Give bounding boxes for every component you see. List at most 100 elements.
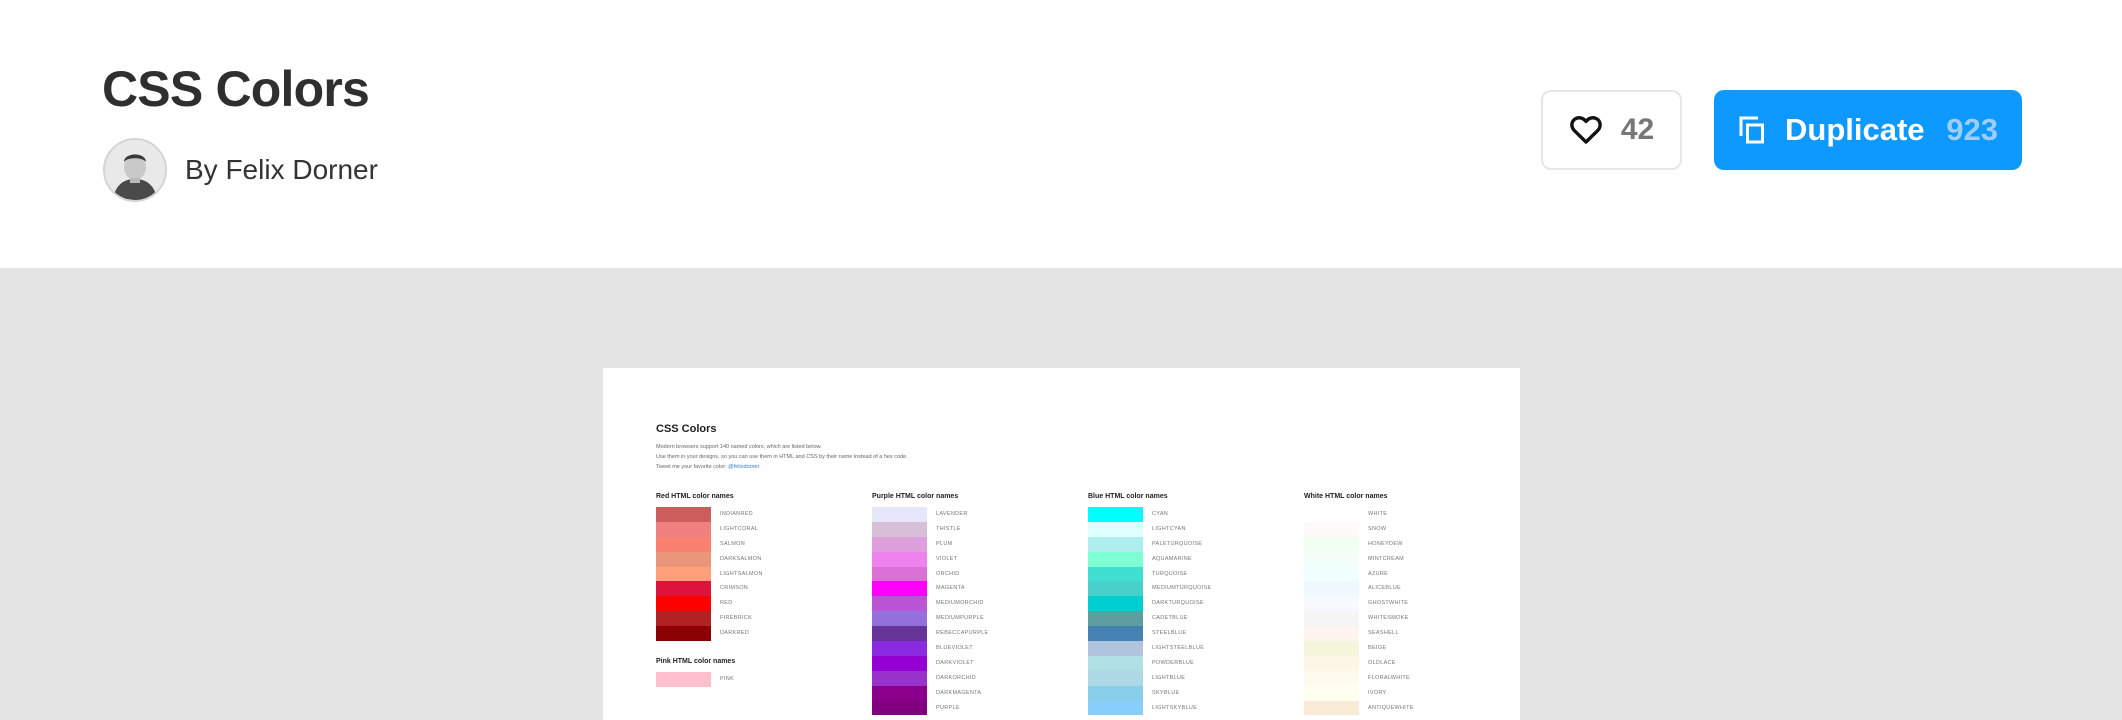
preview-canvas[interactable]: CSS Colors Modern browsers support 140 n… [0, 268, 2122, 720]
color-swatch-row: CRIMSON [656, 581, 836, 597]
column-title: White HTML color names [1304, 493, 1388, 500]
color-swatch [872, 641, 927, 656]
color-swatch [1088, 566, 1143, 582]
color-name: INDIANRED [720, 511, 753, 517]
color-swatch-row: HONEYDEW [1304, 536, 1484, 552]
swatch-list: WHITE SNOW HONEYDEW MINTCREAM AZURE ALICEBLUE… [1304, 507, 1484, 716]
color-name: PINK [720, 676, 735, 683]
twitter-link[interactable]: @felixdorner [728, 464, 759, 470]
color-name: TURQUOISE [1152, 570, 1188, 577]
avatar-portrait-icon [105, 140, 165, 200]
color-column-red: Red HTML color names INDIANRED LIGHTCORAL… [656, 493, 836, 687]
color-column-blue: Blue HTML color names CYAN LIGHTCYAN PALET… [1088, 493, 1268, 716]
color-name: DARKRED [720, 630, 749, 637]
file-preview[interactable]: CSS Colors Modern browsers support 140 n… [603, 368, 1520, 720]
color-name: SEASHELL [1368, 630, 1399, 637]
color-swatch-row: GHOSTWHITE [1304, 596, 1484, 612]
color-swatch [1088, 670, 1143, 686]
color-swatch [872, 655, 927, 671]
color-name: REBECCAPURPLE [936, 630, 989, 637]
color-swatch [1304, 700, 1359, 716]
color-name: LAVENDER [936, 511, 968, 517]
color-swatch-row: RED [656, 596, 836, 612]
column-title: Red HTML color names [656, 493, 734, 500]
color-swatch [872, 566, 927, 582]
color-name: HONEYDEW [1368, 540, 1403, 547]
color-swatch-row: FLORALWHITE [1304, 670, 1484, 686]
color-swatch [656, 626, 711, 642]
color-swatch-row: LIGHTCORAL [656, 521, 836, 537]
color-name: AZURE [1368, 570, 1389, 577]
color-swatch-row: DARKTURQUOISE [1088, 596, 1268, 612]
color-swatch [1088, 641, 1143, 656]
color-swatch [656, 596, 711, 612]
color-swatch [1088, 685, 1143, 701]
color-swatch [872, 507, 927, 522]
color-swatch-row: FIREBRICK [656, 611, 836, 627]
column-title: Blue HTML color names [1088, 493, 1168, 500]
color-swatch-row: VIOLET [872, 551, 1052, 567]
color-swatch [872, 536, 927, 552]
color-swatch [1304, 507, 1359, 522]
color-swatch-row: STEELBLUE [1088, 626, 1268, 642]
color-swatch [656, 536, 711, 552]
color-name: PURPLE [936, 704, 960, 711]
file-title: CSS Colors [102, 61, 370, 117]
color-name: DARKORCHID [936, 674, 976, 681]
color-swatch [1304, 626, 1359, 642]
color-swatch-row: LIGHTSTEELBLUE [1088, 641, 1268, 656]
color-swatch-row: BLUEVIOLET [872, 641, 1052, 656]
intro-text: Tweet me your favorite color: [656, 464, 729, 470]
color-name: ALICEBLUE [1368, 585, 1401, 592]
column-title: Pink HTML color names [656, 658, 736, 666]
intro-line: Use them in your designs, so you can use… [656, 454, 908, 460]
color-name: SKYBLUE [1152, 689, 1180, 696]
color-swatch-row: AZURE [1304, 566, 1484, 582]
color-name: BLUEVIOLET [936, 645, 973, 652]
color-name: RED [720, 600, 733, 607]
color-swatch-row: CYAN [1088, 507, 1268, 522]
color-swatch-row: THISTLE [872, 521, 1052, 537]
color-name: LIGHTSKYBLUE [1152, 704, 1198, 711]
color-swatch [872, 521, 927, 537]
color-swatch-row: MINTCREAM [1304, 551, 1484, 567]
color-name: WHITE [1368, 511, 1388, 517]
color-swatch [1088, 507, 1143, 522]
color-swatch [1304, 521, 1359, 537]
color-name: POWDERBLUE [1152, 659, 1195, 666]
color-name: MEDIUMORCHID [936, 600, 984, 607]
color-swatch-row: DARKVIOLET [872, 655, 1052, 671]
color-swatch-row: LIGHTSKYBLUE [1088, 700, 1268, 716]
color-swatch-row: MEDIUMPURPLE [872, 611, 1052, 627]
color-swatch [872, 581, 927, 597]
color-swatch-row: MEDIUMTURQUOISE [1088, 581, 1268, 597]
color-name: MEDIUMTURQUOISE [1152, 585, 1212, 592]
color-swatch [1088, 611, 1143, 627]
color-name: ANTIQUEWHITE [1368, 704, 1414, 711]
color-name: LIGHTCORAL [720, 525, 759, 532]
color-swatch [1088, 521, 1143, 537]
color-name: THISTLE [936, 525, 961, 532]
swatch-list: LAVENDER THISTLE PLUM VIOLET ORCHID MAGENTA ME… [872, 507, 1052, 716]
like-button[interactable]: 42 [1541, 90, 1682, 170]
color-name: PLUM [936, 540, 953, 547]
author-avatar[interactable] [103, 138, 167, 202]
color-swatch-row: ALICEBLUE [1304, 581, 1484, 597]
color-name: LIGHTBLUE [1152, 674, 1186, 681]
color-swatch [1088, 551, 1143, 567]
color-swatch-row: LIGHTBLUE [1088, 670, 1268, 686]
color-swatch [872, 685, 927, 701]
color-swatch [656, 611, 711, 627]
color-swatch-row: POWDERBLUE [1088, 655, 1268, 671]
color-column-purple: Purple HTML color names LAVENDER THISTLE P… [872, 493, 1052, 716]
color-name: WHITESMOKE [1368, 615, 1409, 622]
duplicate-button[interactable]: Duplicate 923 [1714, 90, 2022, 170]
color-swatch-row: SNOW [1304, 521, 1484, 537]
duplicate-icon [1739, 116, 1764, 144]
color-name: GHOSTWHITE [1368, 600, 1409, 607]
author-name[interactable]: By Felix Dorner [185, 152, 378, 188]
color-swatch-row: ANTIQUEWHITE [1304, 700, 1484, 716]
color-swatch [872, 670, 927, 686]
color-name: BEIGE [1368, 645, 1387, 652]
color-swatch [872, 596, 927, 612]
